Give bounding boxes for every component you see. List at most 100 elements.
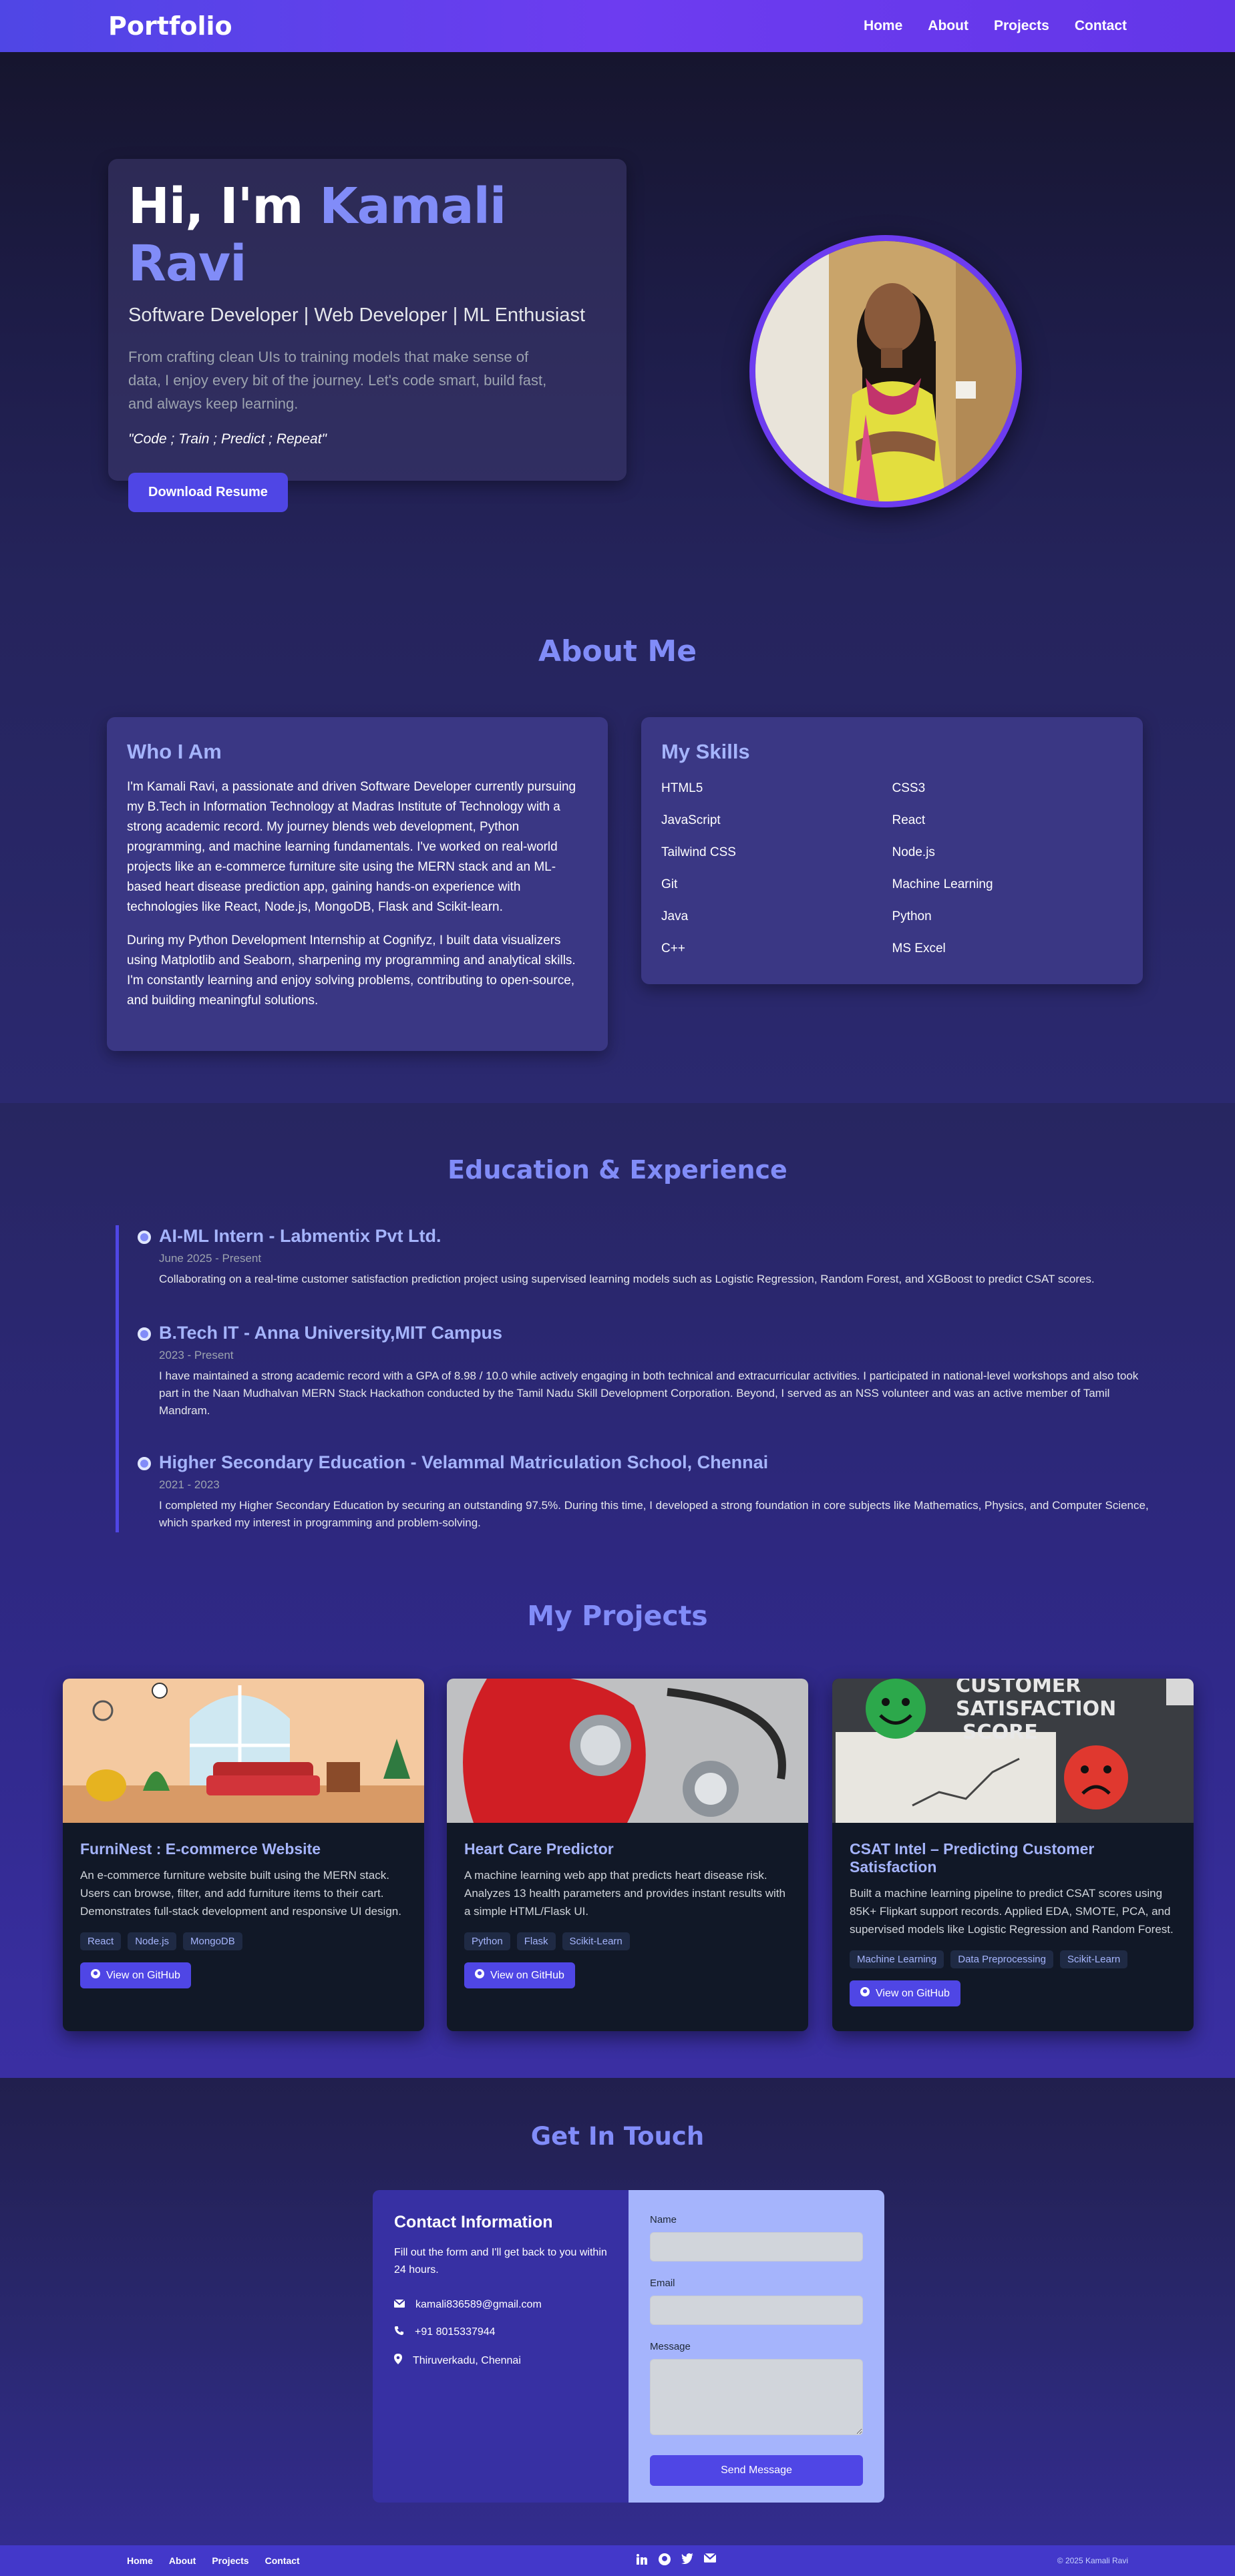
timeline-item-description: I completed my Higher Secondary Educatio…	[159, 1499, 1149, 1529]
profile-photo-illustration	[755, 241, 1016, 501]
project-tag: Node.js	[128, 1932, 177, 1950]
github-icon	[475, 1969, 484, 1982]
project-image-heart	[447, 1679, 808, 1823]
project-tag: Python	[464, 1932, 510, 1950]
skill-item: HTML5	[661, 781, 703, 795]
copyright-text: © 2025 Kamali Ravi	[1057, 2556, 1128, 2565]
nav-link-about[interactable]: About	[928, 18, 968, 34]
nav-link-contact[interactable]: Contact	[1075, 18, 1127, 34]
project-image-csat: CUSTOMER SATISFACTION SCORE	[832, 1679, 1194, 1823]
linkedin-icon[interactable]	[636, 2553, 648, 2569]
csat-illustration: CUSTOMER SATISFACTION SCORE	[832, 1679, 1194, 1823]
hero-description: From crafting clean UIs to training mode…	[128, 349, 547, 412]
about-title: About Me	[538, 634, 697, 668]
project-tags: React Node.js MongoDB	[80, 1932, 407, 1950]
timeline-item-title: Higher Secondary Education - Velammal Ma…	[159, 1452, 769, 1472]
project-title: CSAT Intel – Predicting Customer Satisfa…	[850, 1840, 1095, 1876]
heart-stethoscope-illustration	[447, 1679, 808, 1823]
contact-box: Contact Information Fill out the form an…	[373, 2190, 884, 2503]
who-i-am-card: Who I Am I'm Kamali Ravi, a passionate a…	[107, 717, 608, 1051]
hero-card: Hi, I'm Kamali Ravi Software Developer |…	[108, 159, 627, 512]
footer-link-contact[interactable]: Contact	[265, 2555, 300, 2566]
hero-quote: "Code ; Train ; Predict ; Repeat"	[128, 431, 327, 447]
contact-info-panel: Contact Information Fill out the form an…	[373, 2190, 629, 2503]
contact-phone-text: +91 8015337944	[415, 2326, 496, 2338]
csat-image-word: SATISFACTION	[956, 1697, 1116, 1721]
project-tags: Machine Learning Data Preprocessing Scik…	[850, 1950, 1176, 1968]
contact-email-text: kamali836589@gmail.com	[415, 2299, 542, 2310]
project-tag: Scikit-Learn	[1059, 1950, 1128, 1968]
skill-item: Node.js	[892, 845, 935, 859]
skills-card: My Skills HTML5 CSS3 JavaScript React Ta…	[641, 717, 1143, 984]
profile-photo	[749, 235, 1022, 507]
email-label: Email	[650, 2278, 675, 2289]
project-tag: Flask	[516, 1932, 556, 1950]
message-textarea[interactable]	[650, 2359, 863, 2435]
twitter-icon[interactable]	[681, 2553, 693, 2569]
furniture-illustration	[63, 1679, 424, 1823]
footer-link-projects[interactable]: Projects	[212, 2555, 248, 2566]
brand-logo[interactable]: Portfolio	[108, 11, 232, 41]
hero-greeting: Hi, I'm	[128, 178, 320, 235]
project-tag: Data Preprocessing	[950, 1950, 1053, 1968]
skill-item: Java	[661, 909, 689, 923]
who-i-am-heading: Who I Am	[127, 740, 222, 763]
project-description: An e-commerce furniture website built us…	[80, 1869, 401, 1918]
project-card: FurniNest : E-commerce Website An e-comm…	[63, 1679, 424, 2031]
project-tags: Python Flask Scikit-Learn	[464, 1932, 791, 1950]
view-on-github-button[interactable]: View on GitHub	[80, 1962, 191, 1988]
hero-subtitle: Software Developer | Web Developer | ML …	[128, 304, 586, 326]
project-body: Heart Care Predictor A machine learning …	[447, 1823, 808, 1988]
project-tag: Machine Learning	[850, 1950, 944, 1968]
project-description: A machine learning web app that predicts…	[464, 1869, 785, 1918]
project-tag: MongoDB	[183, 1932, 242, 1950]
timeline-item-date: 2021 - 2023	[159, 1478, 220, 1491]
skill-item: C++	[661, 941, 685, 955]
timeline-item: Higher Secondary Education - Velammal Ma…	[138, 1452, 1160, 1532]
download-resume-button[interactable]: Download Resume	[128, 473, 288, 512]
skill-item: Machine Learning	[892, 877, 993, 891]
skills-heading: My Skills	[661, 740, 750, 763]
project-image-furniture	[63, 1679, 424, 1823]
timeline-item-title: AI-ML Intern - Labmentix Pvt Ltd.	[159, 1226, 442, 1246]
project-card: Heart Care Predictor A machine learning …	[447, 1679, 808, 2031]
project-tag: React	[80, 1932, 122, 1950]
github-icon[interactable]	[659, 2553, 671, 2569]
contact-info-subtitle: Fill out the form and I'll get back to y…	[394, 2247, 607, 2276]
name-input[interactable]	[650, 2232, 863, 2262]
projects-title: My Projects	[527, 1600, 708, 1632]
project-title: FurniNest : E-commerce Website	[80, 1840, 321, 1858]
timeline-item-description: I have maintained a strong academic reco…	[159, 1369, 1139, 1417]
project-card: CUSTOMER SATISFACTION SCORE CSAT Intel –…	[832, 1679, 1194, 2031]
skill-item: MS Excel	[892, 941, 946, 955]
contact-form: Name Email Message Send Message	[629, 2190, 884, 2503]
view-on-github-button[interactable]: View on GitHub	[464, 1962, 575, 1988]
timeline-dot	[138, 1457, 151, 1470]
contact-phone[interactable]: +91 8015337944	[394, 2326, 607, 2339]
nav-links: Home About Projects Contact	[864, 18, 1127, 34]
footer-link-home[interactable]: Home	[127, 2555, 153, 2566]
skill-item: Tailwind CSS	[661, 845, 736, 859]
github-icon	[860, 1987, 870, 2000]
csat-image-word: CUSTOMER	[956, 1679, 1081, 1697]
timeline-line	[116, 1225, 119, 1532]
view-on-github-button[interactable]: View on GitHub	[850, 1980, 960, 2006]
contact-info-heading: Contact Information	[394, 2213, 553, 2231]
project-tag: Scikit-Learn	[562, 1932, 630, 1950]
footer-link-about[interactable]: About	[169, 2555, 196, 2566]
timeline-item-date: 2023 - Present	[159, 1349, 234, 1361]
contact-title: Get In Touch	[530, 2122, 705, 2151]
footer-links: Home About Projects Contact	[127, 2555, 300, 2566]
send-message-button[interactable]: Send Message	[650, 2455, 863, 2486]
project-body: CSAT Intel – Predicting Customer Satisfa…	[832, 1823, 1194, 2006]
skill-item: Python	[892, 909, 932, 923]
timeline-item: B.Tech IT - Anna University,MIT Campus 2…	[138, 1323, 1160, 1420]
email-input[interactable]	[650, 2296, 863, 2325]
nav-link-projects[interactable]: Projects	[994, 18, 1049, 34]
mail-icon[interactable]	[703, 2553, 717, 2569]
nav-link-home[interactable]: Home	[864, 18, 902, 34]
education-title: Education & Experience	[448, 1155, 787, 1185]
hero-section: Hi, I'm Kamali Ravi Software Developer |…	[0, 52, 1235, 588]
timeline-item-description: Collaborating on a real-time customer sa…	[159, 1273, 1095, 1285]
contact-email[interactable]: kamali836589@gmail.com	[393, 2299, 607, 2311]
